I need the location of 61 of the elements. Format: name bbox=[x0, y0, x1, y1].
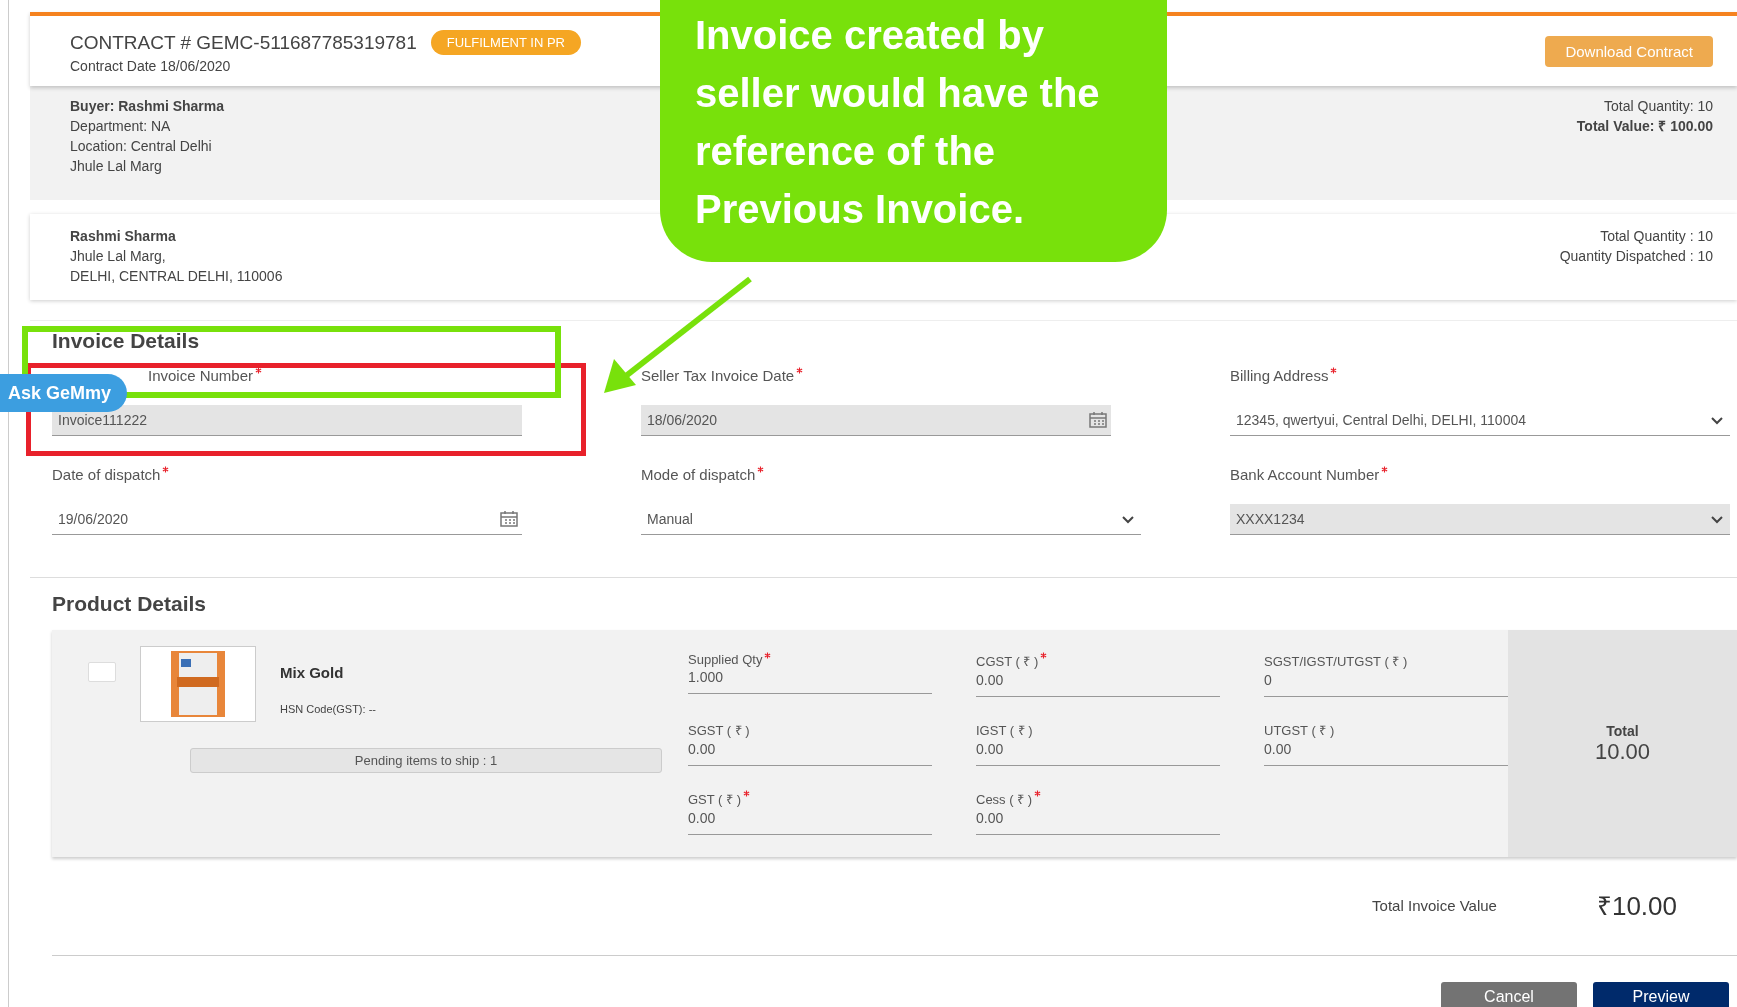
contract-number: CONTRACT # GEMC-511687785319781 bbox=[70, 31, 417, 54]
required-asterisk-icon bbox=[255, 367, 263, 374]
checkbox[interactable] bbox=[88, 662, 116, 682]
field-label: UTGST ( ₹ ) bbox=[1264, 722, 1336, 739]
quantity-stat: Total Quantity : 10 bbox=[1599, 227, 1713, 246]
required-asterisk-icon bbox=[764, 652, 772, 659]
cancel-button[interactable]: Cancel bbox=[1441, 982, 1577, 1007]
field-label: SGST/IGST/UTGST ( ₹ ) bbox=[1264, 653, 1409, 670]
total-invoice-label: Total Invoice Value bbox=[1372, 896, 1497, 914]
field-label: Supplied Qty bbox=[688, 652, 932, 667]
total-quantity: Total Quantity: 10 bbox=[1603, 97, 1713, 116]
dropdown-field[interactable]: Manual bbox=[641, 504, 1141, 535]
address-line: Jhule Lal Marg, bbox=[70, 247, 167, 266]
total-invoice-amount: ₹10.00 bbox=[1596, 890, 1677, 923]
buyer-name: Buyer: Rashmi Sharma bbox=[70, 97, 225, 116]
address-line: DELHI, CENTRAL DELHI, 110006 bbox=[70, 267, 283, 286]
field-label: GST ( ₹ ) bbox=[688, 790, 932, 808]
required-asterisk-icon bbox=[1330, 367, 1338, 374]
required-asterisk-icon bbox=[1381, 466, 1389, 473]
field-label: SGST ( ₹ ) bbox=[688, 722, 751, 739]
field-label: Bank Account Number bbox=[1230, 466, 1389, 483]
input-field[interactable]: 0.00 bbox=[976, 808, 1220, 835]
buyer-detail: Department: NA bbox=[70, 117, 172, 136]
product-name: Mix Gold bbox=[280, 664, 345, 681]
input-field[interactable]: 1.000 bbox=[688, 667, 932, 694]
field-label: Billing Address bbox=[1230, 367, 1338, 384]
consignee-name: Rashmi Sharma bbox=[70, 227, 177, 246]
calendar-icon[interactable] bbox=[500, 511, 518, 527]
field-label: Date of dispatch bbox=[52, 466, 170, 483]
hsn-code: HSN Code(GST): -- bbox=[280, 703, 376, 715]
input-field[interactable]: 0.00 bbox=[688, 808, 932, 835]
quantity-stat: Quantity Dispatched : 10 bbox=[1559, 247, 1713, 266]
required-asterisk-icon bbox=[743, 790, 750, 797]
input-field[interactable]: 0.00 bbox=[688, 739, 932, 766]
status-badge: FULFILMENT IN PR bbox=[430, 30, 581, 55]
total-label: Total bbox=[1606, 722, 1639, 739]
total-amount: 10.00 bbox=[1594, 738, 1651, 765]
required-asterisk-icon bbox=[1040, 652, 1048, 659]
required-asterisk-icon bbox=[757, 466, 765, 473]
input-field[interactable]: 0.00 bbox=[976, 739, 1220, 766]
input-field[interactable]: 0.00 bbox=[976, 670, 1220, 697]
field-label: Seller Tax Invoice Date bbox=[641, 367, 804, 384]
field-label: CGST ( ₹ ) bbox=[976, 652, 1220, 670]
field-label: IGST ( ₹ ) bbox=[976, 722, 1034, 739]
section-title: Product Details bbox=[52, 592, 208, 616]
section-title: Invoice Details bbox=[52, 329, 201, 353]
field-label: Cess ( ₹ ) bbox=[976, 790, 1220, 808]
required-asterisk-icon bbox=[162, 466, 170, 473]
field-label: Mode of dispatch bbox=[641, 466, 765, 483]
annotation-callout: Invoice created by seller would have the reference of the Previous Invoice. bbox=[660, 0, 1167, 262]
required-asterisk-icon bbox=[796, 367, 804, 374]
field-label: Invoice Number bbox=[148, 367, 263, 384]
dropdown-field[interactable]: 12345, qwertyui, Central Delhi, DELHI, 110004 bbox=[1230, 405, 1730, 436]
input-field[interactable]: 19/06/2020 bbox=[52, 504, 522, 535]
buyer-detail: Location: Central Delhi bbox=[70, 137, 213, 156]
contract-date: Contract Date 18/06/2020 bbox=[70, 58, 232, 74]
total-value: Total Value: ₹ 100.00 bbox=[1576, 117, 1713, 136]
pending-items-bar: Pending items to ship : 1 bbox=[190, 748, 662, 773]
required-asterisk-icon bbox=[1034, 790, 1042, 797]
preview-button[interactable]: Preview bbox=[1593, 982, 1729, 1007]
buyer-detail: Jhule Lal Marg bbox=[70, 157, 163, 176]
